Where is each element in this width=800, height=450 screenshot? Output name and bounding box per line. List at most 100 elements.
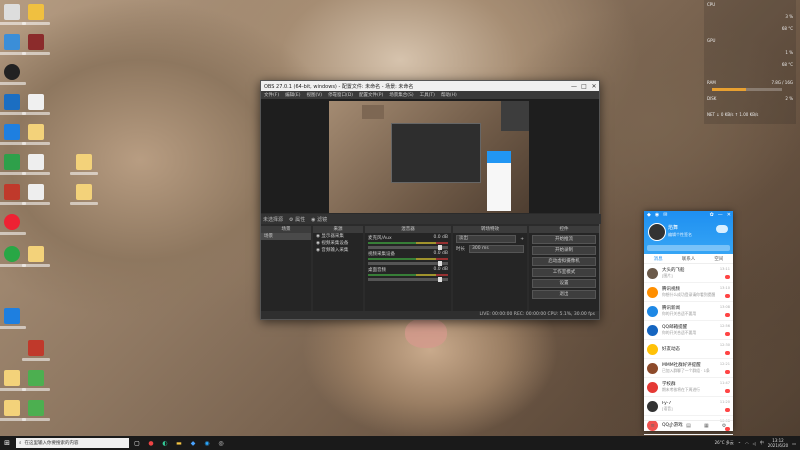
desktop-icon[interactable] bbox=[22, 370, 50, 391]
add-icon[interactable]: + bbox=[520, 237, 524, 242]
desktop-icon[interactable] bbox=[22, 340, 50, 361]
start-virtual-camera-button[interactable]: 启动虚拟摄像机 bbox=[532, 257, 596, 266]
ime-icon[interactable]: 中 bbox=[760, 440, 764, 446]
list-item[interactable]: 大头的飞船 [图片] 13:11 bbox=[644, 264, 733, 283]
qq-game-icon[interactable]: ◉ bbox=[655, 212, 659, 218]
desktop-icon[interactable] bbox=[22, 184, 50, 205]
source-item[interactable]: ◉ 音频输入采集 bbox=[313, 247, 363, 254]
obs-titlebar[interactable]: OBS 27.0.1 (64-bit, windows) - 配置文件: 未命名… bbox=[261, 81, 599, 91]
menu-file[interactable]: 文件(F) bbox=[264, 92, 279, 98]
desktop-icon[interactable] bbox=[0, 34, 26, 55]
list-item[interactable]: 学校群 期末考核将在下周进行 11:47 bbox=[644, 378, 733, 397]
settings-button[interactable]: 设置 bbox=[532, 279, 596, 288]
duration-input[interactable]: 300 ms bbox=[469, 245, 524, 253]
weather-text[interactable]: 26°C 多云 bbox=[715, 440, 734, 446]
desktop-icon[interactable] bbox=[0, 4, 26, 25]
qq-mail-icon[interactable]: ✉ bbox=[663, 212, 667, 218]
desktop-icon[interactable] bbox=[70, 154, 98, 175]
desktop-icon[interactable] bbox=[70, 184, 98, 205]
qq-main-panel[interactable]: ◆ ◉ ✉ ✿ — ✕ 焰舞 编辑个性签名 消息 联系人 空间 大头的飞船 [图片… bbox=[644, 211, 733, 435]
list-item[interactable]: MMM社群好评提醒 已加入群聊了一个群组 · 1条 12:21 bbox=[644, 359, 733, 378]
source-item[interactable]: ◉ 视频采集设备 bbox=[313, 240, 363, 247]
volume-icon[interactable]: ◁ bbox=[753, 441, 756, 446]
weather-icon[interactable] bbox=[716, 225, 728, 233]
desktop-icon[interactable] bbox=[22, 400, 50, 421]
task-view-icon[interactable]: ▢ bbox=[131, 437, 143, 449]
app-icon[interactable]: ▦ bbox=[704, 423, 709, 429]
file-icon[interactable]: ▤ bbox=[686, 423, 691, 429]
list-item[interactable]: 腾讯视频 你想什么成功登录请你看到提醒 13:10 bbox=[644, 283, 733, 302]
file-explorer-icon[interactable]: ▬ bbox=[173, 437, 185, 449]
list-item[interactable]: 好友动态 12:30 bbox=[644, 340, 733, 359]
menu-scene-collection[interactable]: 场景集合(S) bbox=[389, 92, 413, 98]
desktop-icon[interactable] bbox=[0, 154, 26, 175]
source-item[interactable]: ◉ 显示器采集 bbox=[313, 233, 363, 240]
desktop-icon[interactable] bbox=[0, 94, 26, 115]
start-recording-button[interactable]: 开始录制 bbox=[532, 246, 596, 255]
desktop-icon[interactable] bbox=[0, 214, 26, 235]
scene-item[interactable]: 场景 bbox=[261, 233, 311, 240]
transitions-dock-title: 转场特效 bbox=[453, 226, 527, 233]
volume-slider[interactable] bbox=[368, 245, 448, 250]
avatar[interactable] bbox=[648, 223, 666, 241]
clock[interactable]: 13:12 2021/6/20 bbox=[768, 438, 789, 448]
close-button[interactable]: ✕ bbox=[589, 83, 599, 90]
menu-edit[interactable]: 编辑(E) bbox=[285, 92, 300, 98]
menu-icon[interactable]: ≡ bbox=[651, 423, 655, 429]
edge-icon[interactable]: ◐ bbox=[159, 437, 171, 449]
volume-slider[interactable] bbox=[368, 277, 448, 282]
chevron-up-icon[interactable]: ⌃ bbox=[738, 441, 741, 446]
qq-taskbar-icon[interactable]: ◉ bbox=[201, 437, 213, 449]
transition-select[interactable]: 淡出 bbox=[456, 235, 517, 243]
desktop-icon[interactable] bbox=[0, 246, 26, 267]
add-friend-icon[interactable]: ＋ bbox=[668, 423, 673, 430]
obs-preview[interactable] bbox=[261, 99, 599, 213]
minimize-icon[interactable]: — bbox=[718, 212, 723, 218]
maximize-button[interactable]: □ bbox=[579, 83, 589, 90]
qq-skin-icon[interactable]: ✿ bbox=[710, 212, 714, 218]
volume-slider[interactable] bbox=[368, 261, 448, 266]
notification-icon[interactable]: ▭ bbox=[792, 441, 796, 446]
list-item[interactable]: QQ邮箱提醒 你的开关合适不要用 12:56 bbox=[644, 321, 733, 340]
windows-start-icon[interactable]: ⊞ bbox=[0, 436, 14, 450]
qq-nickname[interactable]: 焰舞 bbox=[668, 224, 678, 231]
menu-view[interactable]: 视图(V) bbox=[306, 92, 322, 98]
menu-profile[interactable]: 配置文件(P) bbox=[359, 92, 383, 98]
menu-tools[interactable]: 工具(T) bbox=[420, 92, 435, 98]
desktop-icon[interactable] bbox=[22, 34, 50, 55]
desktop-icon[interactable] bbox=[0, 64, 26, 85]
qq-signature[interactable]: 编辑个性签名 bbox=[668, 232, 692, 238]
settings-icon[interactable]: ⚙ bbox=[722, 423, 726, 429]
close-icon[interactable]: ✕ bbox=[727, 212, 733, 218]
network-icon[interactable]: ◠ bbox=[745, 441, 749, 446]
desktop-icon[interactable] bbox=[22, 124, 50, 145]
tab-space[interactable]: 空间 bbox=[714, 256, 723, 262]
obs-taskbar-icon[interactable]: ◎ bbox=[215, 437, 227, 449]
filters-button[interactable]: ◉ 滤镜 bbox=[311, 216, 327, 223]
desktop-icon[interactable] bbox=[22, 4, 50, 25]
menu-help[interactable]: 帮助(H) bbox=[441, 92, 457, 98]
exit-button[interactable]: 退出 bbox=[532, 290, 596, 299]
desktop-icon[interactable] bbox=[0, 308, 26, 329]
desktop-icon[interactable] bbox=[0, 124, 26, 145]
app-icon[interactable]: ● bbox=[145, 437, 157, 449]
desktop-icon[interactable] bbox=[0, 400, 26, 421]
obs-window[interactable]: OBS 27.0.1 (64-bit, windows) - 配置文件: 未命名… bbox=[260, 80, 601, 320]
list-item[interactable]: Fy-7 [语音] 11:20 bbox=[644, 397, 733, 416]
desktop-icon[interactable] bbox=[22, 154, 50, 175]
desktop-icon[interactable] bbox=[22, 94, 50, 115]
studio-mode-button[interactable]: 工作室模式 bbox=[532, 268, 596, 277]
properties-button[interactable]: ⚙ 属性 bbox=[289, 216, 305, 223]
desktop-icon[interactable] bbox=[0, 370, 26, 391]
desktop-icon[interactable] bbox=[0, 184, 26, 205]
menu-docks[interactable]: 停靠窗口(D) bbox=[328, 92, 353, 98]
qq-search-box[interactable] bbox=[647, 245, 730, 251]
list-item[interactable]: 腾讯新闻 你的开关合适不要用 13:08 bbox=[644, 302, 733, 321]
desktop-icon[interactable] bbox=[22, 246, 50, 267]
store-icon[interactable]: ◆ bbox=[187, 437, 199, 449]
tab-contacts[interactable]: 联系人 bbox=[682, 256, 696, 262]
tab-messages[interactable]: 消息 bbox=[654, 256, 663, 262]
start-streaming-button[interactable]: 开始推流 bbox=[532, 235, 596, 244]
taskbar-search[interactable]: ⌕ 在这里输入你要搜索的内容 bbox=[16, 438, 129, 448]
minimize-button[interactable]: — bbox=[569, 83, 579, 90]
